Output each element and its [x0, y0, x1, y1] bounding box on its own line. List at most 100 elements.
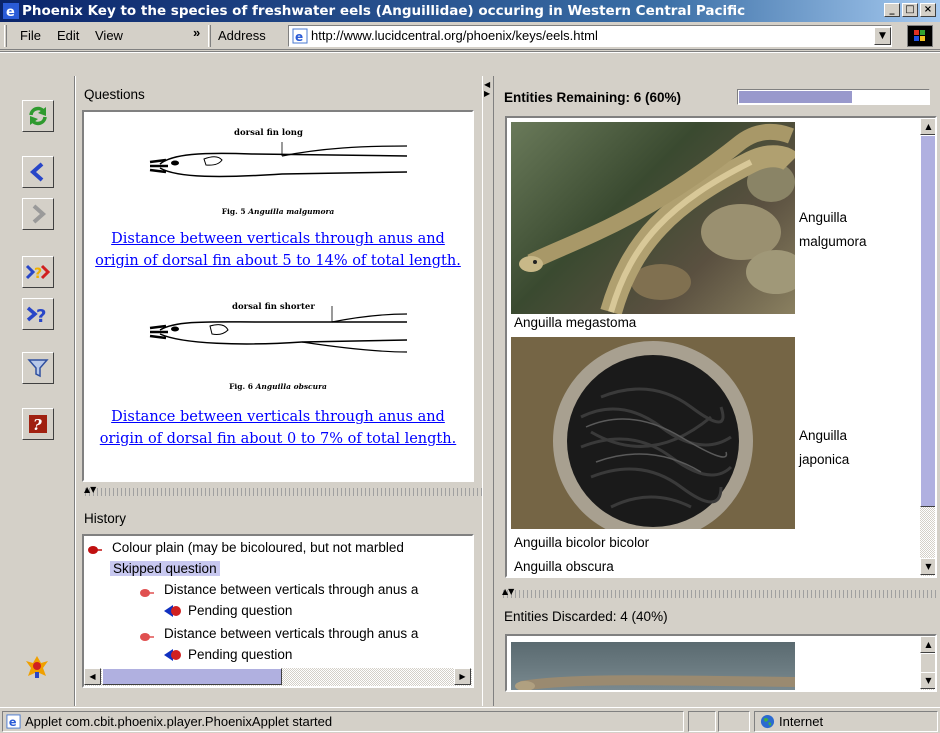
- step-forward-button[interactable]: [22, 198, 54, 230]
- menu-overflow-chevron[interactable]: »: [193, 25, 200, 40]
- entity-name-malgumora[interactable]: Anguilla malgumora: [799, 206, 867, 254]
- splitter-arrows-icon[interactable]: ▲▼: [502, 587, 514, 596]
- remaining-vscrollbar[interactable]: ▲ ▼: [920, 118, 935, 576]
- filter-icon: [27, 359, 49, 378]
- fig6-caption: Fig. 6 Anguilla obscura: [229, 382, 327, 391]
- scroll-up-button[interactable]: ▲: [920, 118, 935, 135]
- entity-name-bicolor-bicolor[interactable]: Anguilla bicolor bicolor: [514, 531, 649, 555]
- best-question-icon: ?: [25, 264, 51, 282]
- restart-button[interactable]: [22, 100, 54, 132]
- entity-name-megastoma[interactable]: Anguilla megastoma: [514, 311, 636, 335]
- entity-name-japonica[interactable]: Anguilla japonica: [799, 424, 849, 472]
- remaining-progress-fill: [739, 91, 852, 103]
- entity-name-obscura[interactable]: Anguilla obscura: [514, 555, 614, 576]
- main-vertical-splitter[interactable]: ◀ ▶: [482, 76, 494, 706]
- globe-icon: [760, 714, 775, 729]
- discarded-vscrollbar[interactable]: ▲ ▼: [920, 636, 935, 690]
- separator: [0, 51, 940, 53]
- help-icon: ?: [29, 415, 47, 434]
- entity-image-japonica[interactable]: [511, 337, 795, 529]
- window-title: Phoenix Key to the species of freshwater…: [22, 3, 746, 19]
- pending-icon: [164, 604, 182, 622]
- answer-link-0-to-7-percent[interactable]: Distance between verticals through anus …: [84, 406, 472, 450]
- status-pane: [688, 711, 716, 732]
- title-bar[interactable]: e Phoenix Key to the species of freshwat…: [0, 0, 940, 22]
- browser-window: e Phoenix Key to the species of freshwat…: [0, 0, 940, 733]
- status-bar: e Applet com.cbit.phoenix.player.Phoenix…: [0, 707, 940, 733]
- history-status-pending[interactable]: Pending question: [188, 647, 292, 662]
- scroll-thumb[interactable]: [102, 668, 282, 685]
- status-pane: [718, 711, 750, 732]
- forward-icon: [32, 204, 47, 224]
- toolbar-grip[interactable]: [208, 25, 211, 47]
- menu-view[interactable]: View: [95, 28, 123, 43]
- entities-discarded-panel: ▲ ▼: [505, 634, 937, 692]
- svg-text:?: ?: [36, 306, 46, 326]
- back-icon: [29, 162, 44, 182]
- fig5-annotation: dorsal fin long: [234, 128, 303, 138]
- divider: [74, 76, 76, 706]
- entities-remaining-panel: Anguilla malgumora Anguilla megastoma An…: [505, 116, 937, 578]
- history-item[interactable]: Distance between verticals through anus …: [164, 582, 418, 597]
- entities-remaining-label: Entities Remaining: 6 (60%): [504, 90, 682, 105]
- entities-discarded-label: Entities Discarded: 4 (40%): [504, 609, 668, 624]
- history-hscrollbar[interactable]: ◀ ▶: [84, 668, 472, 686]
- scroll-down-button[interactable]: ▼: [920, 558, 935, 575]
- menu-bar: File Edit View » Address e http://www.lu…: [0, 22, 940, 50]
- fig5-caption: Fig. 5 Anguilla malgumora: [221, 207, 335, 216]
- next-question-button[interactable]: ?: [22, 298, 54, 330]
- scroll-left-button[interactable]: ◀: [84, 668, 101, 685]
- minimize-button[interactable]: _: [884, 3, 900, 17]
- svg-text:?: ?: [34, 266, 42, 282]
- security-zone: Internet: [779, 714, 824, 729]
- next-question-icon: ?: [26, 306, 46, 326]
- toolbar-grip[interactable]: [4, 25, 7, 47]
- history-bullet-icon: [140, 586, 154, 601]
- history-item[interactable]: Distance between verticals through anus …: [164, 626, 418, 641]
- history-item[interactable]: Colour plain (may be bicoloured, but not…: [112, 540, 404, 555]
- page-icon: e: [6, 714, 21, 729]
- address-dropdown-button[interactable]: ▼: [874, 27, 891, 45]
- history-status-pending[interactable]: Pending question: [188, 603, 292, 618]
- windows-logo-icon: [907, 25, 933, 47]
- security-zone-pane[interactable]: Internet: [754, 711, 938, 732]
- remaining-discarded-splitter[interactable]: [500, 590, 937, 598]
- questions-history-splitter[interactable]: [82, 488, 482, 496]
- history-status-skipped[interactable]: Skipped question: [110, 561, 220, 576]
- help-button[interactable]: ?: [22, 408, 54, 440]
- step-back-button[interactable]: [22, 156, 54, 188]
- collapse-arrows-icon[interactable]: ◀ ▶: [484, 80, 490, 98]
- address-label: Address: [218, 28, 266, 43]
- remaining-progress-bar: [737, 89, 930, 105]
- best-question-button[interactable]: ?: [22, 256, 54, 288]
- splitter-arrows-icon[interactable]: ▲▼: [84, 485, 96, 494]
- menu-edit[interactable]: Edit: [57, 28, 79, 43]
- left-toolbar: ? ? ?: [0, 76, 76, 706]
- status-message-pane: e Applet com.cbit.phoenix.player.Phoenix…: [2, 711, 684, 732]
- address-value: http://www.lucidcentral.org/phoenix/keys…: [311, 28, 598, 43]
- internet-explorer-icon: e: [3, 3, 19, 19]
- questions-label: Questions: [84, 87, 145, 102]
- eel-figure-6: [142, 300, 412, 380]
- refresh-icon: [29, 106, 47, 126]
- scroll-thumb[interactable]: [920, 653, 935, 673]
- address-input[interactable]: e http://www.lucidcentral.org/phoenix/ke…: [288, 25, 892, 47]
- maximize-button[interactable]: □: [902, 3, 918, 17]
- discarded-entity-image[interactable]: [511, 642, 795, 690]
- page-icon: e: [292, 28, 308, 44]
- pending-icon: [164, 648, 182, 666]
- svg-text:e: e: [6, 5, 15, 19]
- filter-button[interactable]: [22, 352, 54, 384]
- scroll-right-button[interactable]: ▶: [454, 668, 471, 685]
- scroll-thumb[interactable]: [920, 135, 935, 507]
- scroll-down-button[interactable]: ▼: [920, 672, 935, 689]
- close-button[interactable]: ×: [920, 3, 936, 17]
- history-bullet-icon: [88, 543, 102, 558]
- answer-link-5-to-14-percent[interactable]: Distance between verticals through anus …: [84, 228, 472, 272]
- scroll-up-button[interactable]: ▲: [920, 636, 935, 653]
- entity-image-megastoma[interactable]: [511, 122, 795, 314]
- svg-text:e: e: [9, 716, 17, 729]
- phoenix-logo-icon: [26, 656, 48, 678]
- questions-panel: dorsal fin long Fig. 5 Anguilla malgumor…: [82, 110, 474, 482]
- menu-file[interactable]: File: [20, 28, 41, 43]
